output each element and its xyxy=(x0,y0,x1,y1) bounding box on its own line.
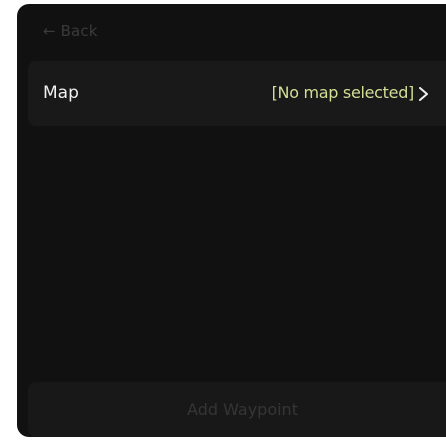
map-value: [No map selected] xyxy=(271,83,415,102)
chevron-right-icon xyxy=(419,87,428,101)
map-selector-row[interactable]: Map [No map selected] xyxy=(28,61,446,126)
add-waypoint-button[interactable]: Add Waypoint xyxy=(28,382,446,437)
back-link[interactable]: ← Back xyxy=(43,22,98,40)
waypoint-panel: ← Back Map [No map selected] Add Waypoin… xyxy=(17,4,446,437)
back-label: Back xyxy=(60,22,98,40)
map-label: Map xyxy=(43,83,79,103)
back-arrow-icon: ← xyxy=(43,21,56,40)
